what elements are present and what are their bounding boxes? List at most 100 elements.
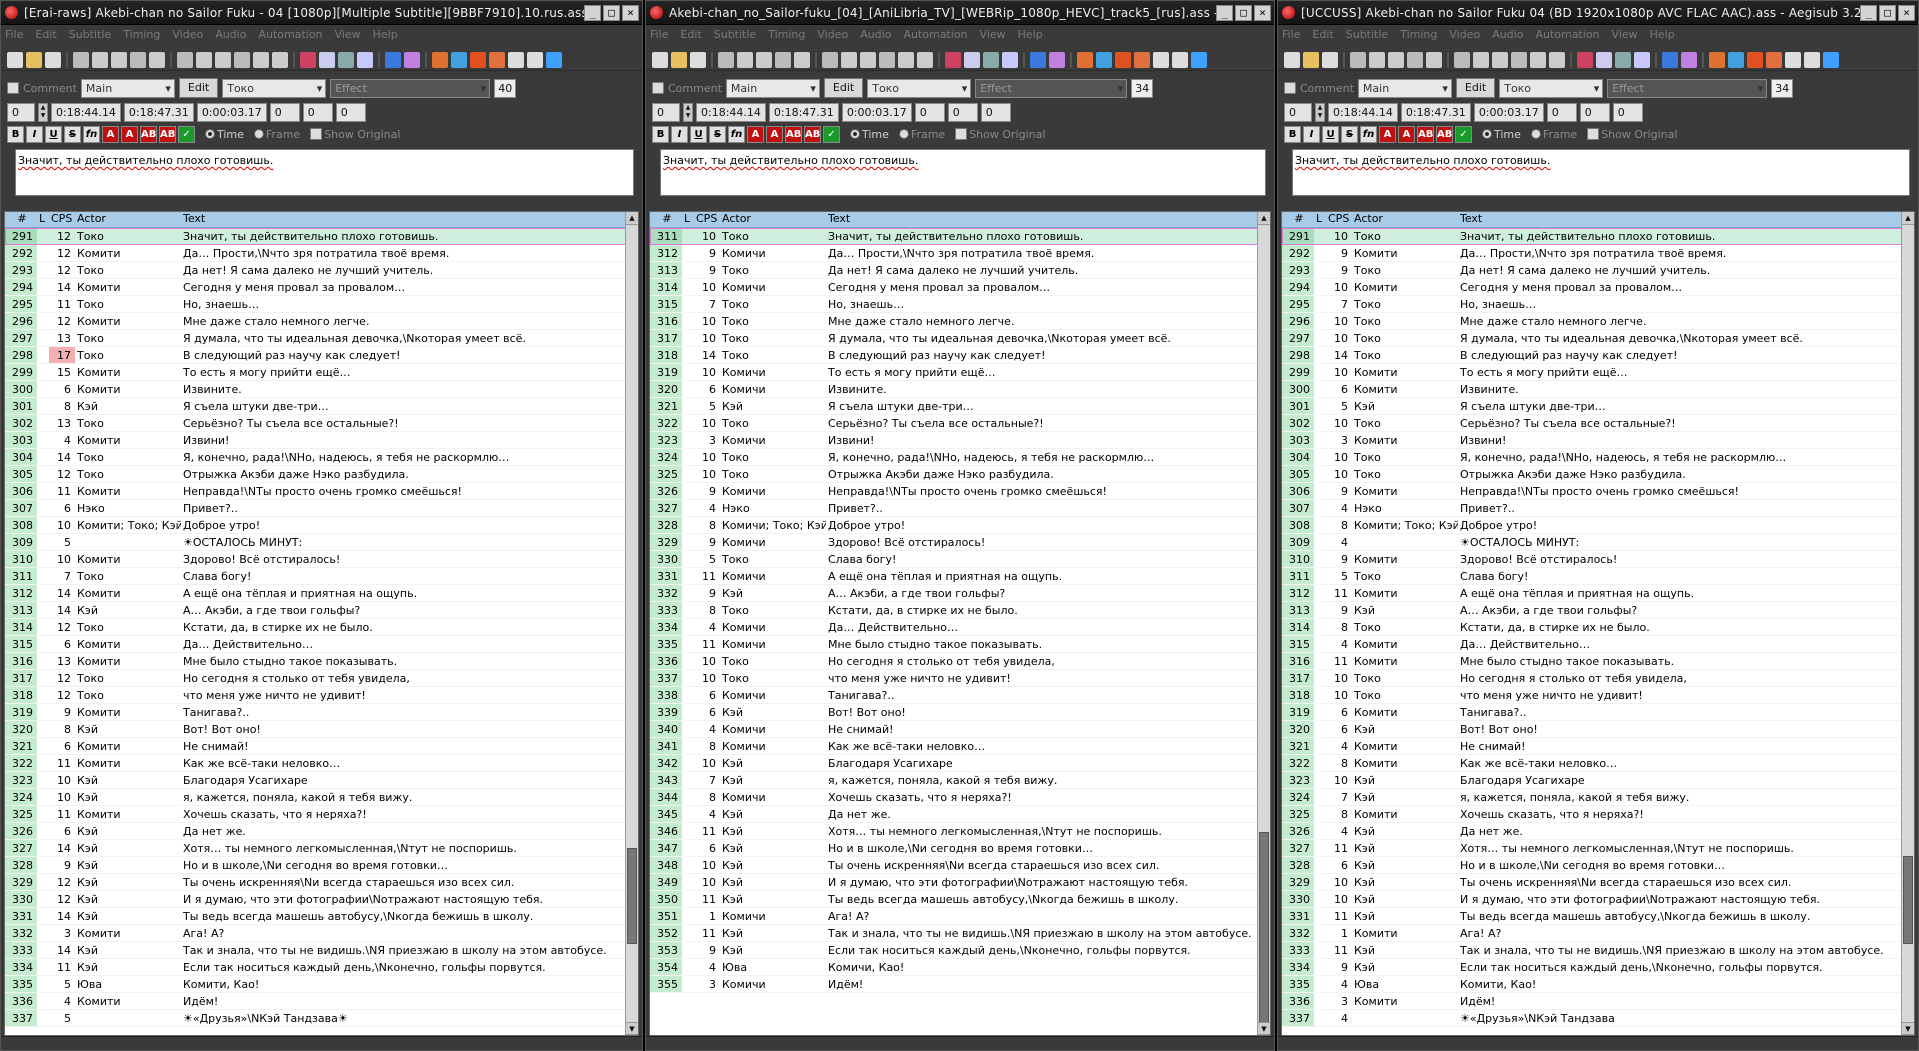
outline-color-button[interactable]: AB [1417, 125, 1434, 143]
font-button[interactable]: fn [83, 125, 100, 143]
table-row[interactable]: 313 9 Кэй А… Акэби, а где твои гольфы? [1282, 602, 1914, 619]
table-row[interactable]: 311 7 Токо Слава богу! [5, 568, 638, 585]
toolbar-tool-icon[interactable] [1634, 51, 1650, 68]
table-row[interactable]: 344 8 Комичи Хочешь сказать, что я неряха?! [650, 789, 1270, 806]
table-row[interactable]: 337 5 ☀«Друзья»\NКэй Тандзава☀ [5, 1010, 638, 1027]
maximize-button[interactable]: □ [1879, 4, 1896, 21]
table-row[interactable]: 334 11 Кэй Если так носиться каждый день,\N… [5, 959, 638, 976]
menu-file[interactable]: File [650, 28, 668, 41]
table-row[interactable]: 314 8 Токо Кстати, да, в стирке их не было. [1282, 619, 1914, 636]
table-row[interactable]: 319 6 Комити Танигава?.. [1282, 704, 1914, 721]
table-row[interactable]: 323 10 Кэй Благодаря Усагихаре [1282, 772, 1914, 789]
minimize-button[interactable]: _ [1216, 4, 1233, 21]
menu-edit[interactable]: Edit [35, 28, 56, 41]
duration-field[interactable]: 0:00:03.17 [841, 102, 912, 122]
table-row[interactable]: 320 6 Кэй Вот! Вот оно! [1282, 721, 1914, 738]
table-row[interactable]: 327 4 Нэко Привет?.. [650, 500, 1270, 517]
table-row[interactable]: 327 14 Кэй Хотя… ты немного легкомысленная,… [5, 840, 638, 857]
toolbar-tool-icon[interactable] [1303, 51, 1319, 68]
table-row[interactable]: 304 10 Токо Я, конечно, рада!\NНо, надеюсь,… [1282, 449, 1914, 466]
toolbar-tool-icon[interactable] [451, 51, 467, 68]
toolbar-tool-icon[interactable] [822, 51, 838, 68]
secondary-color-button[interactable]: A [1398, 125, 1415, 143]
table-row[interactable]: 327 11 Кэй Хотя… ты немного легкомысленная,… [1282, 840, 1914, 857]
table-row[interactable]: 331 11 Комичи А ещё она тёплая и приятная н… [650, 568, 1270, 585]
scroll-down-icon[interactable]: ▼ [1902, 1022, 1914, 1035]
table-row[interactable]: 352 11 Кэй Так и знала, что ты не видишь.\N… [650, 925, 1270, 942]
toolbar-tool-icon[interactable] [718, 51, 734, 68]
table-row[interactable]: 337 10 Токо что меня уже ничто не удивит! [650, 670, 1270, 687]
toolbar-tool-icon[interactable] [1709, 51, 1725, 68]
menu-audio[interactable]: Audio [1492, 28, 1523, 41]
toolbar-tool-icon[interactable] [546, 51, 562, 68]
toolbar-tool-icon[interactable] [1615, 51, 1631, 68]
table-row[interactable]: 339 6 Кэй Вот! Вот оно! [650, 704, 1270, 721]
toolbar-tool-icon[interactable] [1728, 51, 1744, 68]
menu-automation[interactable]: Automation [1535, 28, 1599, 41]
italic-button[interactable]: I [26, 125, 43, 143]
bold-button[interactable]: B [1284, 125, 1301, 143]
table-row[interactable]: 332 1 Комити Ага! А? [1282, 925, 1914, 942]
table-row[interactable]: 292 9 Комити Да… Прости,\Nчто зря потратила… [1282, 245, 1914, 262]
comment-checkbox[interactable] [7, 82, 19, 94]
toolbar-tool-icon[interactable] [1049, 51, 1065, 68]
table-row[interactable]: 334 9 Кэй Если так носиться каждый день,\Nк… [1282, 959, 1914, 976]
frame-radio[interactable] [253, 129, 264, 139]
table-row[interactable]: 314 10 Комичи Сегодня у меня провал за пров… [650, 279, 1270, 296]
table-row[interactable]: 300 6 Комити Извините. [5, 381, 638, 398]
table-row[interactable]: 328 9 Кэй Но и в школе,\Nи сегодня во время… [5, 857, 638, 874]
header-actor[interactable]: Actor [720, 212, 826, 227]
commit-check-icon[interactable]: ✓ [178, 125, 195, 143]
font-button[interactable]: fn [728, 125, 745, 143]
table-row[interactable]: 297 10 Токо Я думала, что ты идеальная дево… [1282, 330, 1914, 347]
title-bar[interactable]: [Erai-raws] Akebi-chan no Sailor Fuku - … [1, 1, 642, 25]
menu-subtitle[interactable]: Subtitle [1346, 28, 1388, 41]
table-row[interactable]: 322 10 Токо Серьёзно? Ты съела все остальны… [650, 415, 1270, 432]
toolbar-tool-icon[interactable] [794, 51, 810, 68]
table-row[interactable]: 315 7 Токо Но, знаешь… [650, 296, 1270, 313]
show-original-checkbox[interactable] [1587, 128, 1600, 140]
table-row[interactable]: 322 8 Комити Как же всё-таки неловко… [1282, 755, 1914, 772]
primary-color-button[interactable]: A [747, 125, 764, 143]
secondary-color-button[interactable]: A [121, 125, 138, 143]
bold-button[interactable]: B [7, 125, 24, 143]
frame-radio[interactable] [1530, 129, 1541, 139]
toolbar-tool-icon[interactable] [7, 51, 23, 68]
table-row[interactable]: 298 17 Токо В следующий раз научу как следу… [5, 347, 638, 364]
table-row[interactable]: 291 10 Токо Значит, ты действительно плохо … [1282, 228, 1914, 245]
margin-vertical-field[interactable]: 0 [335, 102, 366, 122]
table-row[interactable]: 338 6 Комичи Танигава?.. [650, 687, 1270, 704]
table-row[interactable]: 310 9 Комити Здорово! Всё отстиралось! [1282, 551, 1914, 568]
menu-help[interactable]: Help [1018, 28, 1043, 41]
toolbar-tool-icon[interactable] [489, 51, 505, 68]
toolbar-tool-icon[interactable] [1134, 51, 1150, 68]
menu-video[interactable]: Video [172, 28, 203, 41]
toolbar-tool-icon[interactable] [1115, 51, 1131, 68]
table-row[interactable]: 321 4 Комити Не снимай! [1282, 738, 1914, 755]
effect-field[interactable]: Effect [330, 78, 491, 98]
style-select[interactable]: Main [1357, 78, 1452, 98]
table-row[interactable]: 318 12 Токо что меня уже ничто не удивит! [5, 687, 638, 704]
scroll-up-icon[interactable]: ▲ [1258, 212, 1270, 225]
table-row[interactable]: 329 10 Кэй Ты очень искренняя\Nи всегда ста… [1282, 874, 1914, 891]
table-row[interactable]: 330 12 Кэй И я думаю, что эти фотографии\Nо… [5, 891, 638, 908]
scroll-down-icon[interactable]: ▼ [626, 1022, 638, 1035]
header-text[interactable]: Text [181, 212, 638, 227]
toolbar-tool-icon[interactable] [1096, 51, 1112, 68]
toolbar-tool-icon[interactable] [234, 51, 250, 68]
table-row[interactable]: 318 10 Токо что меня уже ничто не удивит! [1282, 687, 1914, 704]
start-time-field[interactable]: 0:18:44.14 [696, 102, 766, 122]
toolbar-tool-icon[interactable] [879, 51, 895, 68]
table-row[interactable]: 350 11 Кэй Ты ведь всегда машешь автобусу,\… [650, 891, 1270, 908]
table-row[interactable]: 319 9 Комити Танигава?.. [5, 704, 638, 721]
header-layer[interactable]: L [682, 212, 694, 227]
margin-left-field[interactable]: 0 [1546, 102, 1577, 122]
menu-video[interactable]: Video [817, 28, 848, 41]
table-row[interactable]: 302 13 Токо Серьёзно? Ты съела все остальны… [5, 415, 638, 432]
toolbar-tool-icon[interactable] [1492, 51, 1508, 68]
toolbar-tool-icon[interactable] [917, 51, 933, 68]
menu-automation[interactable]: Automation [903, 28, 967, 41]
header-number[interactable]: # [1282, 212, 1314, 227]
header-cps[interactable]: CPS [49, 212, 75, 227]
menu-timing[interactable]: Timing [1400, 28, 1437, 41]
